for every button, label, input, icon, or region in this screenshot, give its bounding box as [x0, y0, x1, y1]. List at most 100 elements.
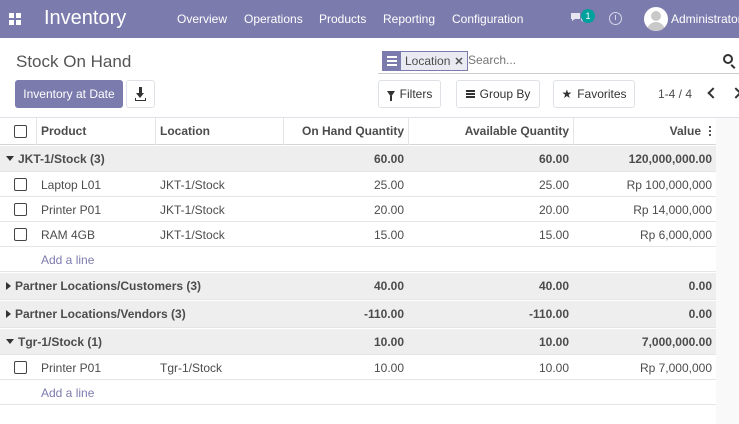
add-line-link[interactable]: Add a line	[41, 381, 94, 404]
row-on-hand[interactable]: 10.00	[283, 356, 404, 379]
row-on-hand[interactable]: 15.00	[283, 223, 404, 246]
export-button[interactable]	[126, 80, 155, 108]
user-avatar[interactable]	[644, 7, 668, 31]
group-row[interactable]: Partner Locations/Customers (3) 40.00 40.0…	[0, 273, 716, 300]
group-row[interactable]: Tgr-1/Stock (1) 10.00 10.00 7,000,000.00	[0, 329, 716, 355]
select-all-checkbox[interactable]	[14, 125, 27, 138]
menu-overview[interactable]: Overview	[177, 12, 227, 26]
search-facet-location[interactable]: Location ✕	[382, 51, 468, 71]
scrollbar-area	[716, 118, 739, 424]
inventory-at-date-button[interactable]: Inventory at Date	[15, 80, 123, 108]
user-menu[interactable]: Administrator	[671, 12, 739, 26]
search-input[interactable]	[468, 53, 708, 67]
group-row[interactable]: JKT-1/Stock (3) 60.00 60.00 120,000,000.00	[0, 146, 716, 172]
group-by-button[interactable]: Group By	[456, 80, 540, 108]
group-label: Partner Locations/Vendors (3)	[15, 307, 186, 321]
group-available-total: 40.00	[538, 279, 569, 293]
row-value[interactable]: Rp 7,000,000	[573, 356, 712, 379]
stock-list-table: Product Location On Hand Quantity Availa…	[0, 118, 716, 424]
add-line-link[interactable]: Add a line	[41, 248, 94, 271]
favorites-label: Favorites	[577, 87, 627, 101]
app-brand[interactable]: Inventory	[44, 7, 126, 30]
table-row[interactable]: Printer P01 Tgr-1/Stock 10.00 10.00 Rp 7,000…	[0, 356, 716, 380]
menu-configuration[interactable]: Configuration	[452, 12, 523, 26]
header-location[interactable]: Location	[160, 118, 210, 144]
caret-right-icon	[6, 310, 11, 318]
search-bar: Location ✕	[378, 48, 739, 74]
caret-right-icon	[6, 282, 11, 290]
row-product[interactable]: Printer P01	[41, 356, 101, 379]
row-available[interactable]: 10.00	[408, 356, 569, 379]
search-icon[interactable]	[723, 54, 733, 64]
filter-icon	[386, 91, 395, 101]
pager-next-icon[interactable]	[732, 86, 739, 100]
group-name[interactable]: Partner Locations/Customers (3)	[6, 273, 201, 299]
group-name[interactable]: Partner Locations/Vendors (3)	[6, 301, 186, 327]
top-navbar: Inventory Overview Operations Products R…	[0, 0, 739, 38]
row-checkbox[interactable]	[14, 228, 27, 241]
add-line-row: Add a line	[0, 248, 716, 272]
row-product[interactable]: Laptop L01	[41, 173, 101, 196]
header-product[interactable]: Product	[41, 118, 86, 144]
row-location[interactable]: Tgr-1/Stock	[160, 356, 222, 379]
header-available-quantity[interactable]: Available Quantity	[408, 118, 569, 144]
pager-value[interactable]: 1-4 / 4	[658, 87, 692, 101]
group-row[interactable]: Partner Locations/Vendors (3) -110.00 -110…	[0, 301, 716, 328]
table-header: Product Location On Hand Quantity Availa…	[0, 118, 716, 145]
list-icon	[383, 52, 401, 70]
add-line-row: Add a line	[0, 381, 716, 405]
row-product[interactable]: Printer P01	[41, 198, 101, 221]
header-on-hand-quantity[interactable]: On Hand Quantity	[283, 118, 404, 144]
group-by-label: Group By	[479, 87, 531, 101]
row-available[interactable]: 15.00	[408, 223, 569, 246]
filters-button[interactable]: Filters	[378, 80, 441, 108]
group-value-total: 0.00	[688, 279, 712, 293]
menu-reporting[interactable]: Reporting	[383, 12, 435, 26]
chat-badge: 1	[581, 9, 595, 23]
row-product[interactable]: RAM 4GB	[41, 223, 95, 246]
menu-products[interactable]: Products	[319, 12, 366, 26]
bars-icon	[465, 90, 475, 98]
activity-clock-icon[interactable]	[609, 12, 622, 25]
row-checkbox[interactable]	[14, 361, 27, 374]
row-on-hand[interactable]: 20.00	[283, 198, 404, 221]
page-title: Stock On Hand	[16, 52, 132, 71]
group-on-hand-total: 10.00	[373, 334, 404, 349]
row-checkbox[interactable]	[14, 203, 27, 216]
pager-previous-icon[interactable]	[706, 86, 716, 100]
row-on-hand[interactable]: 25.00	[283, 173, 404, 196]
control-panel: Stock On Hand Inventory at Date Location…	[0, 38, 739, 118]
row-available[interactable]: 25.00	[408, 173, 569, 196]
group-on-hand-total: 40.00	[373, 279, 404, 293]
row-location[interactable]: JKT-1/Stock	[160, 173, 225, 196]
table-row[interactable]: RAM 4GB JKT-1/Stock 15.00 15.00 Rp 6,000,000	[0, 223, 716, 247]
row-location[interactable]: JKT-1/Stock	[160, 223, 225, 246]
table-row[interactable]: Laptop L01 JKT-1/Stock 25.00 25.00 Rp 100,00…	[0, 173, 716, 197]
menu-operations[interactable]: Operations	[244, 12, 303, 26]
group-label: Partner Locations/Customers (3)	[15, 279, 202, 293]
group-available-total: -110.00	[528, 307, 569, 321]
row-value[interactable]: Rp 6,000,000	[573, 223, 712, 246]
row-value[interactable]: Rp 14,000,000	[573, 198, 712, 221]
row-available[interactable]: 20.00	[408, 198, 569, 221]
table-row[interactable]: Printer P01 JKT-1/Stock 20.00 20.00 Rp 14,00…	[0, 198, 716, 222]
row-checkbox[interactable]	[14, 178, 27, 191]
star-icon: ★	[561, 87, 573, 101]
filters-label: Filters	[399, 87, 433, 101]
group-available-total: 60.00	[538, 151, 569, 166]
group-value-total: 0.00	[688, 307, 712, 321]
row-location[interactable]: JKT-1/Stock	[160, 198, 225, 221]
caret-down-icon	[6, 339, 14, 344]
group-available-total: 10.00	[538, 334, 569, 349]
apps-menu-icon[interactable]	[9, 13, 21, 25]
favorites-button[interactable]: ★ Favorites	[553, 80, 635, 108]
group-name[interactable]: JKT-1/Stock (3)	[6, 146, 105, 171]
group-on-hand-total: 60.00	[373, 151, 404, 166]
group-name[interactable]: Tgr-1/Stock (1)	[6, 329, 102, 354]
optional-columns-icon[interactable]	[709, 126, 711, 136]
facet-remove-icon[interactable]: ✕	[454, 55, 466, 68]
header-value[interactable]: Value	[573, 118, 701, 144]
group-on-hand-total: -110.00	[363, 307, 404, 321]
row-value[interactable]: Rp 100,000,000	[573, 173, 712, 196]
download-icon	[136, 87, 144, 98]
